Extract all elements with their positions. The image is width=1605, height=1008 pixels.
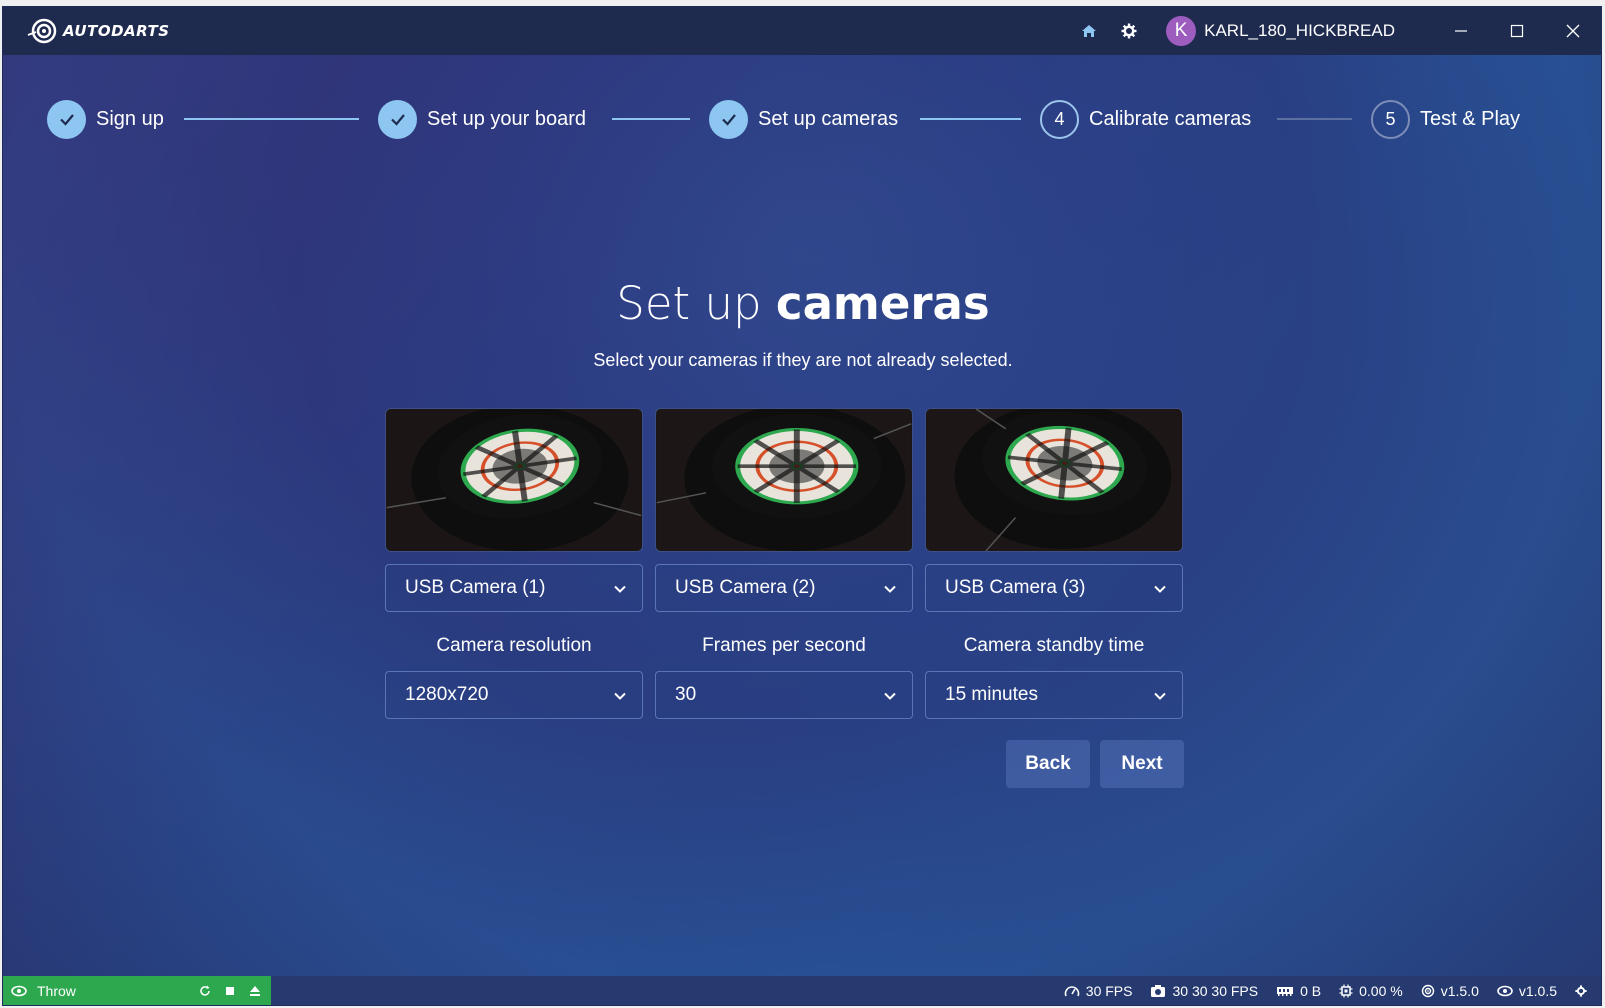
status-bar: Throw 30 FPS 30 30 30 FPS 0 B 0.00 % v1.… (3, 976, 1601, 1005)
check-icon (709, 99, 748, 139)
dartboard-image (656, 409, 912, 551)
title-bold: cameras (775, 277, 990, 330)
dartboard-image (926, 409, 1182, 551)
step-connector (1277, 118, 1352, 120)
settings-stat[interactable] (1575, 984, 1587, 997)
select-value: 15 minutes (945, 684, 1038, 705)
app-version-stat: v1.0.5 (1497, 983, 1557, 999)
fps-label: Frames per second (702, 635, 866, 656)
fps-stat: 30 FPS (1064, 982, 1133, 999)
speedometer-icon (1064, 985, 1080, 996)
eject-icon[interactable] (249, 985, 261, 997)
autodarts-logo-icon (27, 18, 57, 44)
camera-icon (1151, 984, 1166, 997)
cpu-icon (1339, 984, 1353, 997)
refresh-icon[interactable] (199, 985, 211, 997)
chevron-down-icon (614, 585, 626, 593)
cpu-stat: 0.00 % (1339, 983, 1403, 999)
step-set-up-cameras[interactable]: Set up cameras (709, 99, 898, 139)
maximize-button[interactable] (1489, 7, 1545, 55)
throw-label: Throw (37, 982, 76, 999)
cpu-value: 0.00 % (1359, 982, 1403, 999)
camera-preview-1 (385, 408, 643, 552)
camera-fps-value: 30 30 30 FPS (1172, 982, 1259, 999)
memory-icon (1277, 986, 1294, 996)
step-calibrate-cameras[interactable]: 4 Calibrate cameras (1040, 99, 1251, 139)
fps-value: 30 FPS (1085, 982, 1133, 999)
step-test-play[interactable]: 5 Test & Play (1371, 99, 1520, 139)
step-number: 5 (1371, 99, 1410, 139)
resolution-select[interactable]: 1280x720 (385, 671, 643, 719)
select-value: USB Camera (3) (945, 577, 1086, 598)
user-menu[interactable]: K KARL_180_HICKBREAD (1166, 16, 1395, 46)
step-label: Sign up (96, 107, 164, 130)
home-icon[interactable] (1080, 22, 1098, 40)
step-label: Set up cameras (758, 107, 899, 130)
eye-icon (11, 985, 27, 996)
resolution-label: Camera resolution (436, 635, 592, 656)
gear-icon[interactable] (1120, 22, 1138, 40)
step-connector (184, 118, 359, 120)
standby-label: Camera standby time (963, 635, 1145, 656)
eye-icon (1497, 985, 1513, 996)
dartboard-image (386, 409, 642, 551)
step-label: Calibrate cameras (1089, 107, 1252, 130)
check-icon (47, 99, 86, 139)
title-bar: AUTODARTS K KARL_180_HICKBREAD (3, 7, 1601, 55)
chevron-down-icon (884, 692, 896, 700)
camera-fps-stat: 30 30 30 FPS (1150, 983, 1258, 999)
close-button[interactable] (1545, 7, 1601, 55)
logo-text: AUTODARTS (63, 22, 170, 40)
memory-value: 0 B (1300, 982, 1322, 999)
stop-icon[interactable] (225, 986, 235, 996)
title-light: Set up (616, 277, 776, 330)
chevron-down-icon (1154, 585, 1166, 593)
step-label: Set up your board (427, 107, 586, 130)
page-title: Set up cameras (3, 277, 1601, 330)
page-subtitle: Select your cameras if they are not alre… (593, 350, 1013, 370)
step-label: Test & Play (1420, 107, 1521, 130)
memory-stat: 0 B (1276, 983, 1321, 999)
setup-stepper: Sign up Set up your board Set up cameras… (47, 99, 1547, 139)
board-version-value: v1.5.0 (1440, 982, 1479, 999)
select-value: USB Camera (2) (675, 577, 816, 598)
select-value: 30 (675, 684, 697, 705)
back-button[interactable]: Back (1006, 740, 1090, 788)
step-connector (920, 118, 1021, 120)
app-window: AUTODARTS K KARL_180_HICKBREAD Sign up S… (2, 6, 1602, 1006)
chevron-down-icon (884, 585, 896, 593)
camera-preview-3 (925, 408, 1183, 552)
target-icon (1421, 984, 1434, 997)
chevron-down-icon (1154, 692, 1166, 700)
gear-icon (1575, 984, 1587, 997)
check-icon (378, 99, 417, 139)
app-version-value: v1.0.5 (1518, 982, 1557, 999)
standby-select[interactable]: 15 minutes (925, 671, 1183, 719)
step-set-up-board[interactable]: Set up your board (378, 99, 586, 139)
minimize-button[interactable] (1433, 7, 1489, 55)
throw-status[interactable]: Throw (3, 976, 271, 1005)
step-sign-up[interactable]: Sign up (47, 99, 164, 139)
avatar: K (1166, 16, 1197, 46)
next-button[interactable]: Next (1100, 740, 1184, 788)
fps-select[interactable]: 30 (655, 671, 913, 719)
camera-preview-2 (655, 408, 913, 552)
step-connector (612, 118, 690, 120)
step-number: 4 (1040, 99, 1079, 139)
chevron-down-icon (614, 692, 626, 700)
select-value: 1280x720 (405, 684, 489, 705)
camera-select-2[interactable]: USB Camera (2) (655, 564, 913, 612)
camera-select-3[interactable]: USB Camera (3) (925, 564, 1183, 612)
camera-select-1[interactable]: USB Camera (1) (385, 564, 643, 612)
username: KARL_180_HICKBREAD (1204, 21, 1395, 40)
board-version-stat: v1.5.0 (1421, 983, 1479, 999)
select-value: USB Camera (1) (405, 577, 546, 598)
app-logo[interactable]: AUTODARTS (27, 15, 170, 47)
